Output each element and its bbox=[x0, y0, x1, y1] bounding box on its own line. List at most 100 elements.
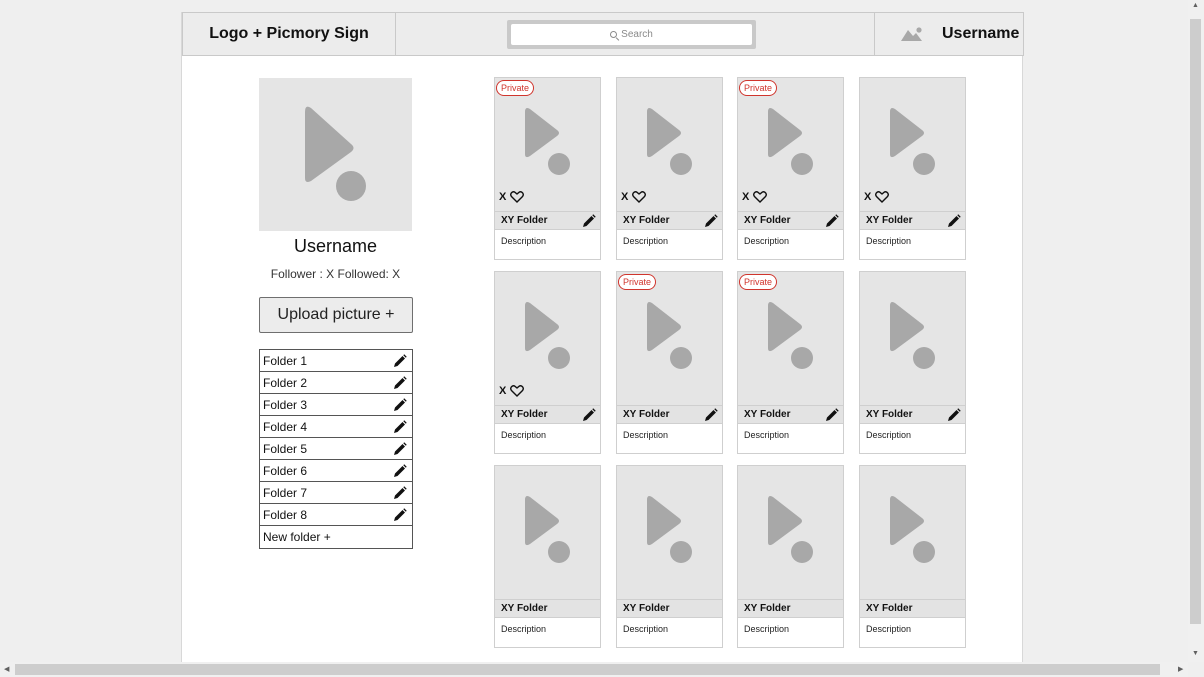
folder-item[interactable]: Folder 3 bbox=[260, 394, 412, 416]
like-count: X bbox=[742, 191, 768, 203]
pencil-icon[interactable] bbox=[393, 507, 407, 522]
card-folder-name[interactable]: XY Folder bbox=[501, 215, 548, 226]
picture-card[interactable]: Private XY Folder Description bbox=[616, 271, 723, 454]
horizontal-scrollbar[interactable]: ◀ ▶ bbox=[0, 662, 1188, 677]
picture-thumbnail[interactable] bbox=[860, 272, 965, 405]
folder-label: Folder 4 bbox=[263, 419, 308, 434]
horizontal-scroll-thumb[interactable] bbox=[15, 664, 1160, 675]
card-folder-bar: XY Folder bbox=[617, 599, 722, 618]
picture-thumbnail[interactable]: X bbox=[617, 78, 722, 211]
card-folder-name[interactable]: XY Folder bbox=[623, 215, 670, 226]
card-folder-name[interactable]: XY Folder bbox=[866, 409, 913, 420]
card-description: Description bbox=[623, 236, 669, 246]
picture-card[interactable]: X XY Folder Description bbox=[616, 77, 723, 260]
card-folder-name[interactable]: XY Folder bbox=[866, 603, 913, 614]
picture-card[interactable]: Private X XY Folder Description bbox=[737, 77, 844, 260]
picture-card[interactable]: XY Folder Description bbox=[737, 465, 844, 648]
like-count-value: X bbox=[621, 191, 629, 203]
heart-outline-icon[interactable] bbox=[632, 191, 647, 203]
pencil-icon[interactable] bbox=[704, 213, 718, 228]
picture-thumbnail[interactable]: Private bbox=[738, 272, 843, 405]
pencil-icon[interactable] bbox=[825, 213, 839, 228]
vertical-scrollbar[interactable]: ▲ ▼ bbox=[1188, 0, 1204, 662]
picture-thumbnail[interactable]: Private X bbox=[495, 78, 600, 211]
picture-card[interactable]: XY Folder Description bbox=[859, 271, 966, 454]
folder-item[interactable]: Folder 7 bbox=[260, 482, 412, 504]
search-icon bbox=[610, 31, 618, 38]
search-input[interactable]: Search bbox=[511, 24, 752, 45]
pencil-icon[interactable] bbox=[825, 407, 839, 422]
card-folder-name[interactable]: XY Folder bbox=[744, 215, 791, 226]
pencil-icon[interactable] bbox=[393, 353, 407, 368]
like-count-value: X bbox=[864, 191, 872, 203]
picture-thumbnail[interactable]: Private X bbox=[738, 78, 843, 211]
picture-thumbnail[interactable] bbox=[617, 466, 722, 599]
card-description: Description bbox=[623, 624, 669, 634]
card-folder-name[interactable]: XY Folder bbox=[866, 215, 913, 226]
scroll-right-icon[interactable]: ▶ bbox=[1178, 665, 1183, 673]
folder-list: Folder 1 Folder 2 Folder 3 Folder 4 Fold… bbox=[259, 349, 413, 549]
card-folder-name[interactable]: XY Folder bbox=[744, 603, 791, 614]
image-placeholder-icon bbox=[890, 496, 935, 563]
header-username[interactable]: Username bbox=[942, 25, 1019, 43]
heart-outline-icon[interactable] bbox=[510, 385, 525, 397]
picture-thumbnail[interactable] bbox=[860, 466, 965, 599]
scroll-down-icon[interactable]: ▼ bbox=[1192, 650, 1199, 657]
card-folder-name[interactable]: XY Folder bbox=[501, 603, 548, 614]
card-description: Description bbox=[866, 236, 912, 246]
folder-item[interactable]: Folder 4 bbox=[260, 416, 412, 438]
image-placeholder-icon bbox=[647, 108, 692, 175]
card-folder-bar: XY Folder bbox=[738, 211, 843, 230]
card-folder-name[interactable]: XY Folder bbox=[744, 409, 791, 420]
vertical-scroll-thumb[interactable] bbox=[1190, 19, 1201, 624]
picture-thumbnail[interactable] bbox=[738, 466, 843, 599]
card-description: Description bbox=[744, 430, 790, 440]
like-count-value: X bbox=[742, 191, 750, 203]
heart-outline-icon[interactable] bbox=[510, 191, 525, 203]
pencil-icon[interactable] bbox=[393, 375, 407, 390]
picture-card[interactable]: XY Folder Description bbox=[494, 465, 601, 648]
pencil-icon[interactable] bbox=[582, 213, 596, 228]
picture-card[interactable]: X XY Folder Description bbox=[859, 77, 966, 260]
card-folder-name[interactable]: XY Folder bbox=[501, 409, 548, 420]
new-folder-button[interactable]: New folder + bbox=[260, 526, 412, 548]
picture-card[interactable]: Private X XY Folder Description bbox=[494, 77, 601, 260]
card-folder-name[interactable]: XY Folder bbox=[623, 409, 670, 420]
scroll-left-icon[interactable]: ◀ bbox=[4, 665, 9, 673]
pencil-icon[interactable] bbox=[393, 485, 407, 500]
search-placeholder: Search bbox=[621, 29, 653, 40]
private-badge: Private bbox=[739, 274, 778, 290]
card-folder-bar: XY Folder bbox=[617, 211, 722, 230]
scroll-up-icon[interactable]: ▲ bbox=[1192, 2, 1199, 9]
pencil-icon[interactable] bbox=[393, 397, 407, 412]
folder-item[interactable]: Folder 5 bbox=[260, 438, 412, 460]
pencil-icon[interactable] bbox=[947, 407, 961, 422]
picture-card[interactable]: Private XY Folder Description bbox=[737, 271, 844, 454]
picture-thumbnail[interactable]: X bbox=[495, 272, 600, 405]
like-count-value: X bbox=[499, 191, 507, 203]
pencil-icon[interactable] bbox=[393, 419, 407, 434]
pencil-icon[interactable] bbox=[704, 407, 718, 422]
picture-card[interactable]: XY Folder Description bbox=[616, 465, 723, 648]
picture-card[interactable]: XY Folder Description bbox=[859, 465, 966, 648]
pencil-icon[interactable] bbox=[582, 407, 596, 422]
heart-outline-icon[interactable] bbox=[753, 191, 768, 203]
card-folder-bar: XY Folder bbox=[617, 405, 722, 424]
heart-outline-icon[interactable] bbox=[875, 191, 890, 203]
pencil-icon[interactable] bbox=[947, 213, 961, 228]
folder-item[interactable]: Folder 6 bbox=[260, 460, 412, 482]
pencil-icon[interactable] bbox=[393, 463, 407, 478]
card-folder-name[interactable]: XY Folder bbox=[623, 603, 670, 614]
folder-item[interactable]: Folder 2 bbox=[260, 372, 412, 394]
picture-thumbnail[interactable]: X bbox=[860, 78, 965, 211]
logo[interactable]: Logo + Picmory Sign bbox=[183, 13, 396, 55]
upload-picture-button[interactable]: Upload picture + bbox=[259, 297, 413, 333]
pencil-icon[interactable] bbox=[393, 441, 407, 456]
folder-item[interactable]: Folder 8 bbox=[260, 504, 412, 526]
folder-item[interactable]: Folder 1 bbox=[260, 350, 412, 372]
picture-card[interactable]: X XY Folder Description bbox=[494, 271, 601, 454]
picture-thumbnail[interactable]: Private bbox=[617, 272, 722, 405]
user-menu[interactable]: Username bbox=[874, 13, 1024, 55]
card-description: Description bbox=[744, 236, 790, 246]
picture-thumbnail[interactable] bbox=[495, 466, 600, 599]
